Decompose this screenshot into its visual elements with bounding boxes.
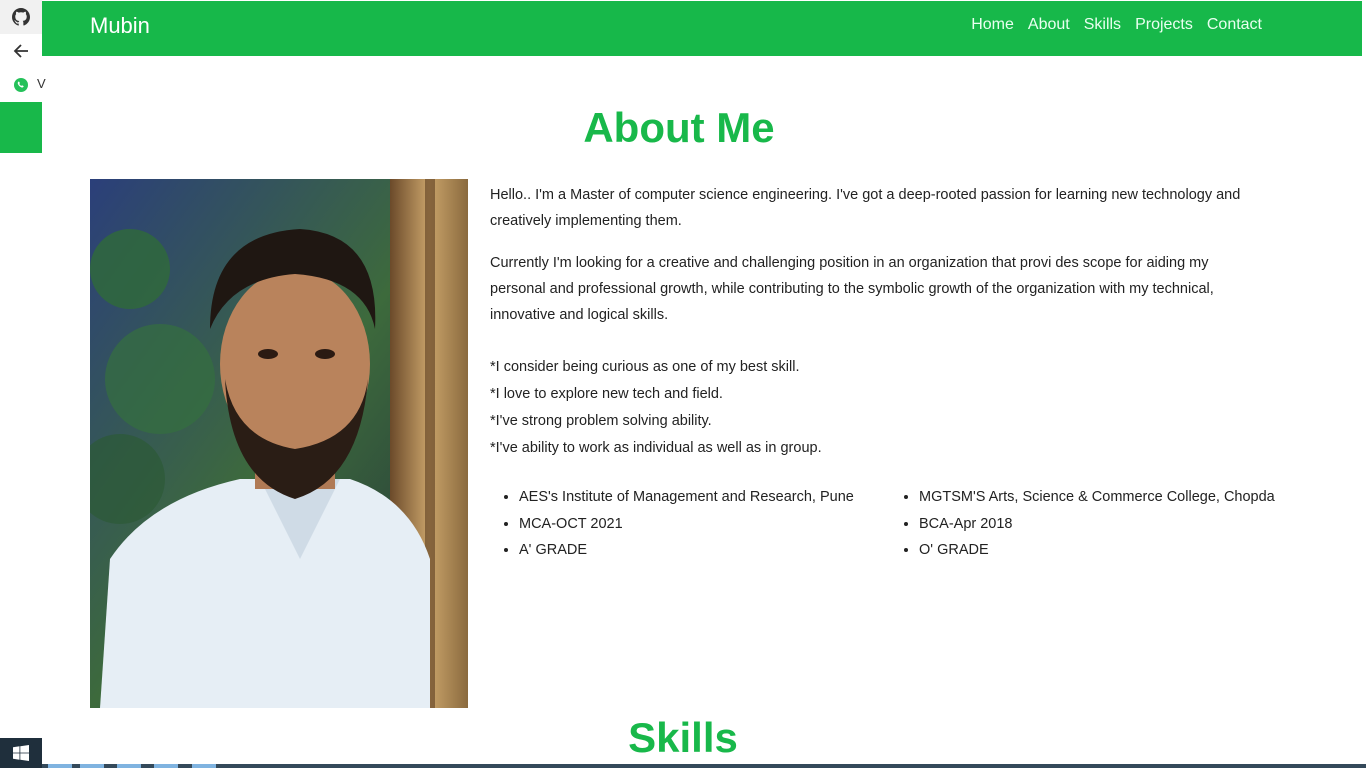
github-icon[interactable] bbox=[0, 0, 42, 34]
edu-degree: BCA-Apr 2018 bbox=[919, 511, 1290, 538]
nav-skills[interactable]: Skills bbox=[1084, 16, 1121, 34]
whatsapp-icon[interactable] bbox=[0, 68, 42, 102]
profile-photo bbox=[90, 179, 468, 708]
arrow-left-icon[interactable] bbox=[0, 34, 42, 68]
trait-line: *I love to explore new tech and field. bbox=[490, 386, 723, 402]
skills-title: Skills bbox=[628, 714, 738, 761]
taskbar-strip bbox=[42, 764, 1366, 768]
nav-links: Home About Skills Projects Contact bbox=[971, 16, 1262, 34]
windows-start-icon[interactable] bbox=[0, 738, 42, 768]
navbar: Mubin Home About Skills Projects Contact bbox=[42, 1, 1362, 56]
edu-institute: AES's Institute of Management and Resear… bbox=[519, 484, 890, 511]
education-lists: AES's Institute of Management and Resear… bbox=[490, 484, 1290, 564]
about-goal: Currently I'm looking for a creative and… bbox=[490, 255, 1214, 323]
social-sidebar: V bbox=[0, 0, 46, 768]
trait-line: *I consider being curious as one of my b… bbox=[490, 359, 800, 375]
nav-contact[interactable]: Contact bbox=[1207, 16, 1262, 34]
sidebar-green-block[interactable] bbox=[0, 102, 42, 153]
edu-institute: MGTSM'S Arts, Science & Commerce College… bbox=[919, 484, 1290, 511]
trait-line: *I've ability to work as individual as w… bbox=[490, 440, 822, 456]
about-text: Hello.. I'm a Master of computer science… bbox=[490, 182, 1260, 462]
nav-projects[interactable]: Projects bbox=[1135, 16, 1193, 34]
nav-about[interactable]: About bbox=[1028, 16, 1070, 34]
whatsapp-label: V bbox=[37, 76, 46, 91]
edu-grade: O' GRADE bbox=[919, 537, 1290, 564]
brand-logo[interactable]: Mubin bbox=[90, 13, 150, 39]
about-intro: Hello.. I'm a Master of computer science… bbox=[490, 187, 1241, 229]
edu-grade: A' GRADE bbox=[519, 537, 890, 564]
edu-degree: MCA-OCT 2021 bbox=[519, 511, 890, 538]
education-list-mca: AES's Institute of Management and Resear… bbox=[490, 484, 890, 564]
trait-line: *I've strong problem solving ability. bbox=[490, 413, 712, 429]
about-title-text: About Me bbox=[583, 104, 775, 151]
about-title: About Me bbox=[0, 104, 1366, 152]
nav-home[interactable]: Home bbox=[971, 16, 1014, 34]
education-list-bca: MGTSM'S Arts, Science & Commerce College… bbox=[890, 484, 1290, 564]
